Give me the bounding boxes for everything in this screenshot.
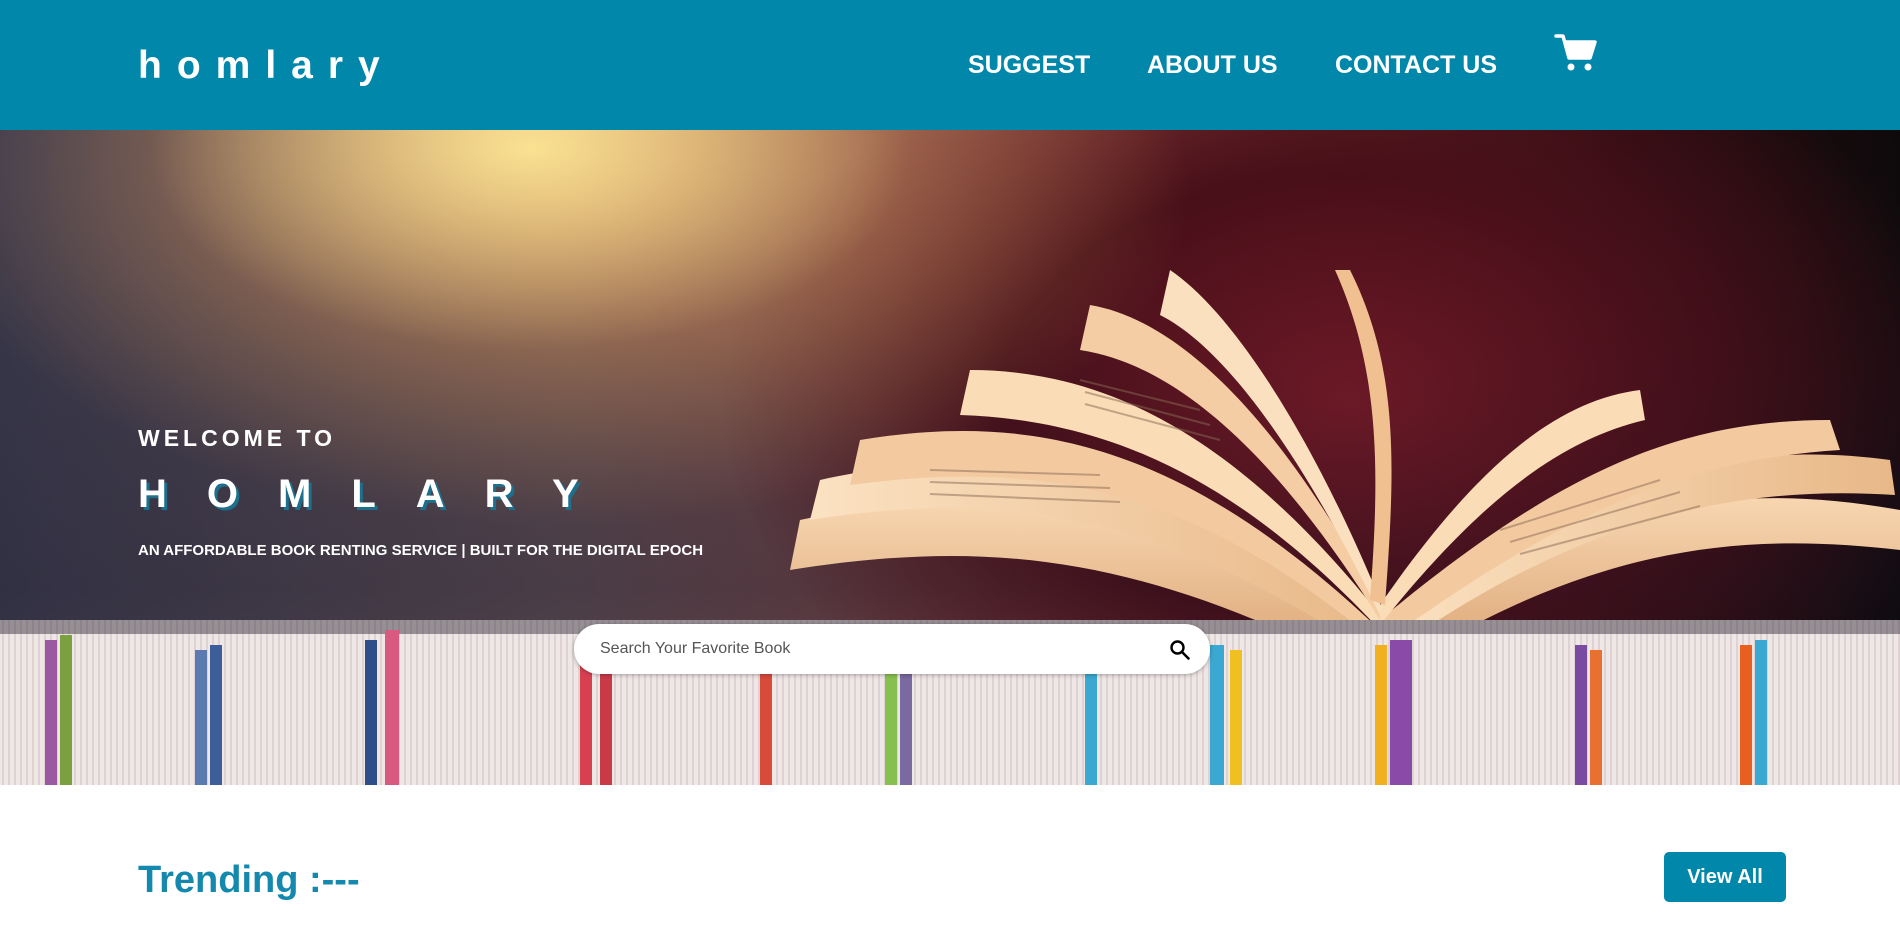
hero-title: HOMLARY	[138, 472, 619, 516]
shopping-cart-icon[interactable]	[1554, 32, 1598, 74]
nav-contact-link[interactable]: CONTACT US	[1335, 50, 1497, 80]
navbar: homlary SUGGEST ABOUT US CONTACT US	[0, 0, 1900, 130]
search-icon[interactable]	[1168, 638, 1192, 662]
hero-tagline: AN AFFORDABLE BOOK RENTING SERVICE | BUI…	[138, 542, 704, 559]
nav-about-link[interactable]: ABOUT US	[1147, 50, 1278, 80]
brand-logo[interactable]: homlary	[138, 42, 395, 90]
trending-heading: Trending :---	[138, 859, 360, 901]
hero-banner: WELCOME TO HOMLARY AN AFFORDABLE BOOK RE…	[0, 130, 1900, 785]
search-input[interactable]	[598, 634, 1138, 664]
hero-welcome-text: WELCOME TO	[138, 425, 337, 451]
view-all-button[interactable]: View All	[1664, 852, 1786, 902]
nav-suggest-link[interactable]: SUGGEST	[968, 50, 1090, 80]
search-bar	[574, 624, 1210, 674]
